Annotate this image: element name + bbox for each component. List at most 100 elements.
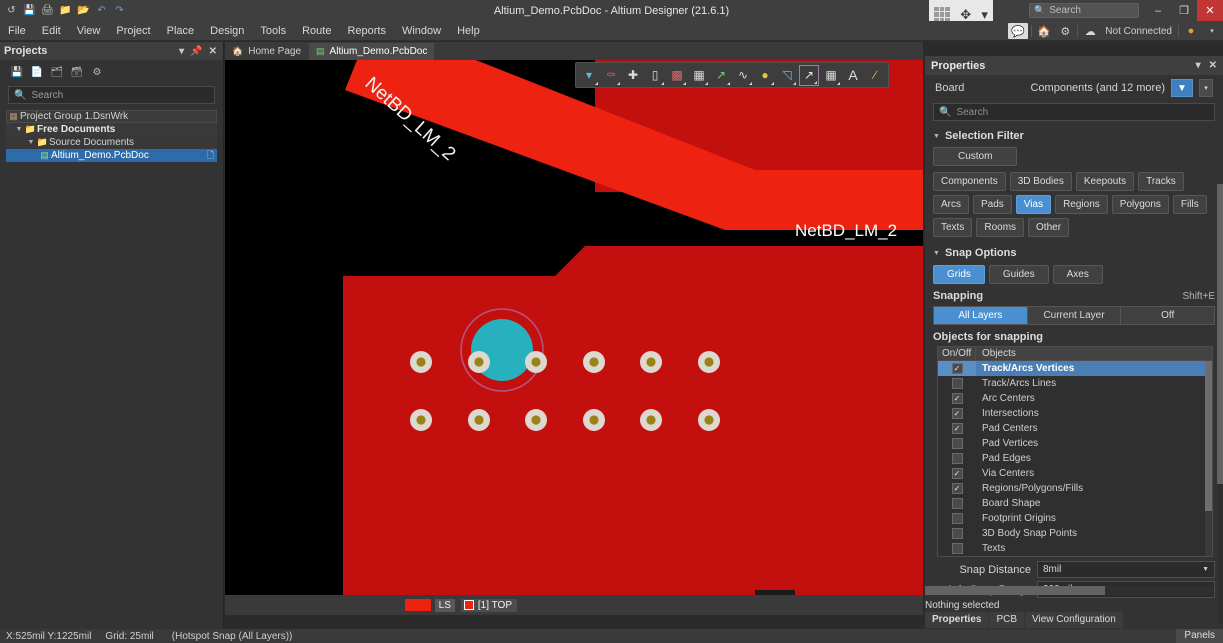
menu-view[interactable]: View [69, 21, 109, 41]
projects-search-input[interactable]: 🔍 Search [8, 86, 215, 104]
settings-gear-icon[interactable]: ⚙ [90, 65, 104, 79]
table-row[interactable]: Texts [938, 541, 1212, 556]
table-row[interactable]: Footprint Origins [938, 511, 1212, 526]
selection-filter-chips[interactable]: Components 3D Bodies Keepouts Tracks Arc… [925, 170, 1223, 241]
snap-objects-scrollbar[interactable] [1205, 361, 1212, 556]
menu-help[interactable]: Help [449, 21, 488, 41]
undo-icon[interactable]: ↶ [94, 3, 109, 18]
menu-file[interactable]: File [0, 21, 34, 41]
checkbox-checked-icon[interactable]: ✓ [951, 363, 963, 374]
checkbox-cell[interactable] [938, 543, 976, 554]
snapping-mode-current-layer[interactable]: Current Layer [1027, 307, 1122, 324]
pcb-canvas[interactable]: 6 M12V M12V [225, 60, 923, 611]
checkbox-cell[interactable]: ✓ [938, 361, 976, 376]
bottom-tab-view-configuration[interactable]: View Configuration [1025, 612, 1124, 628]
account-icon[interactable]: ● [1182, 23, 1200, 39]
close-icon[interactable]: ✕ [1209, 60, 1217, 71]
properties-panel-scrollbar[interactable] [1217, 184, 1223, 624]
checkbox-unchecked-icon[interactable] [951, 528, 963, 539]
save-icon[interactable]: 💾 [10, 65, 24, 79]
window-controls[interactable]: 🔍 Search – ❐ ✕ [1029, 0, 1223, 21]
table-row[interactable]: ✓ Regions/Polygons/Fills [938, 481, 1212, 496]
filter-chip-arcs[interactable]: Arcs [933, 195, 969, 214]
text-icon[interactable]: A [843, 65, 863, 86]
global-search-input[interactable]: 🔍 Search [1029, 3, 1139, 18]
area-select-icon[interactable]: ▯ [645, 65, 665, 86]
close-icon[interactable]: ✕ [209, 46, 217, 57]
checkbox-cell[interactable]: ✓ [938, 393, 976, 404]
snap-objects-table[interactable]: On/Off Objects ✓ Track/Arcs Vertices Tra… [937, 346, 1213, 557]
pad-array-icon[interactable]: ▦ [689, 65, 709, 86]
save-icon[interactable]: 💾 [22, 3, 37, 18]
table-row[interactable]: Pad Vertices [938, 436, 1212, 451]
menu-design[interactable]: Design [202, 21, 252, 41]
checkbox-unchecked-icon[interactable] [951, 513, 963, 524]
minimize-button[interactable]: – [1145, 0, 1171, 21]
component-icon[interactable]: ▩ [667, 65, 687, 86]
project-options-icon[interactable]: 🗃 [70, 65, 84, 79]
snapping-mode-all-layers[interactable]: All Layers [934, 307, 1028, 324]
snap-options-section-header[interactable]: ▼ Snap Options [925, 241, 1223, 263]
table-row[interactable]: ✓ Pad Centers [938, 421, 1212, 436]
checkbox-checked-icon[interactable]: ✓ [951, 423, 963, 434]
print-icon[interactable]: 🖨 [40, 3, 55, 18]
snap-chip-guides[interactable]: Guides [988, 265, 1049, 284]
cloud-disconnected-icon[interactable]: ☁ [1081, 23, 1099, 39]
properties-horizontal-scrollbar[interactable] [925, 586, 1213, 595]
checkbox-checked-icon[interactable]: ✓ [951, 393, 963, 404]
snap-chip-grids[interactable]: Grids [933, 265, 985, 284]
selection-filter-section-header[interactable]: ▼ Selection Filter [925, 127, 1223, 146]
filter-chip-regions[interactable]: Regions [1055, 195, 1108, 214]
filter-chip-texts[interactable]: Texts [933, 218, 973, 237]
table-row[interactable]: Track/Arcs Lines [938, 376, 1212, 391]
notification-icon[interactable]: 💬 [1008, 23, 1029, 39]
line-icon[interactable]: ∕ [865, 65, 885, 86]
filter-chip-pads[interactable]: Pads [973, 195, 1012, 214]
snapping-mode-segmented-control[interactable]: All Layers Current Layer Off [933, 306, 1215, 325]
checkbox-cell[interactable] [938, 378, 976, 389]
filter-chip-components[interactable]: Components [933, 172, 1006, 191]
checkbox-cell[interactable] [938, 498, 976, 509]
menu-project[interactable]: Project [108, 21, 158, 41]
projects-panel-header-actions[interactable]: ▾ 📌 ✕ [179, 46, 219, 57]
document-tab-bar[interactable]: 🏠 Home Page ▤ Altium_Demo.PcbDoc [225, 42, 923, 60]
collapse-caret-icon[interactable]: ▼ [933, 133, 940, 140]
filter-chip-other[interactable]: Other [1028, 218, 1070, 237]
tree-item-workspace[interactable]: ▦ Project Group 1.DsnWrk [6, 110, 217, 123]
snapping-mode-off[interactable]: Off [1121, 307, 1215, 324]
active-bar-toolbar[interactable]: ▾ ⚰ ✚ ▯ ▩ ▦ ↗ ∿ ● ◹ ↗ ▦ A ∕ [575, 62, 889, 88]
menu-route[interactable]: Route [294, 21, 339, 41]
filter-chip-vias[interactable]: Vias [1015, 195, 1052, 214]
properties-bottom-tabs[interactable]: Properties PCB View Configuration [925, 612, 1124, 628]
expand-caret-icon[interactable]: ▼ [26, 139, 36, 146]
filter-chip-3d-bodies[interactable]: 3D Bodies [1009, 172, 1072, 191]
checkbox-cell[interactable]: ✓ [938, 483, 976, 494]
crosshair-place-icon[interactable]: ✚ [623, 65, 643, 86]
tab-home-page[interactable]: 🏠 Home Page [225, 43, 308, 60]
quick-access-toolbar[interactable]: ↺ 💾 🖨 📁 📂 ↶ ↷ [0, 3, 127, 18]
filter-chip-rooms[interactable]: Rooms [976, 218, 1025, 237]
bottom-tab-properties[interactable]: Properties [925, 612, 990, 628]
menu-reports[interactable]: Reports [339, 21, 394, 41]
snap-options-chips[interactable]: Grids Guides Axes [925, 263, 1223, 288]
pin-icon[interactable]: 📌 [190, 46, 202, 57]
custom-filter-button[interactable]: Custom [933, 147, 1018, 166]
filter-chip-keepouts[interactable]: Keepouts [1075, 172, 1135, 191]
checkbox-unchecked-icon[interactable] [951, 543, 963, 554]
filter-chip-fills[interactable]: Fills [1172, 195, 1207, 214]
snap-distance-combobox[interactable]: 8mil ▼ [1037, 561, 1215, 578]
bottom-tab-pcb[interactable]: PCB [989, 612, 1026, 628]
layer-color-chip[interactable]: LS [404, 598, 455, 612]
via-icon[interactable]: ● [755, 65, 775, 86]
projects-toolbar[interactable]: 💾 📄 🗂 🗃 ⚙ [0, 60, 223, 84]
undo-history-icon[interactable]: ↺ [4, 3, 19, 18]
tree-item-altium-demo-pcbdoc[interactable]: ▤ Altium_Demo.PcbDoc 🗋 [6, 149, 217, 162]
checkbox-unchecked-icon[interactable] [951, 438, 963, 449]
open-project-icon[interactable]: 📂 [76, 3, 91, 18]
menu-bar-right-actions[interactable]: 💬 🏠 ⚙ ☁ Not Connected ● ▾ [1008, 21, 1221, 41]
restore-button[interactable]: ❐ [1171, 0, 1197, 21]
editor-layer-status-bar[interactable]: LS [1] TOP [225, 595, 923, 615]
checkbox-checked-icon[interactable]: ✓ [951, 483, 963, 494]
pcb-artwork[interactable]: 6 M12V M12V [225, 60, 923, 611]
collapse-caret-icon[interactable]: ▼ [933, 250, 940, 257]
